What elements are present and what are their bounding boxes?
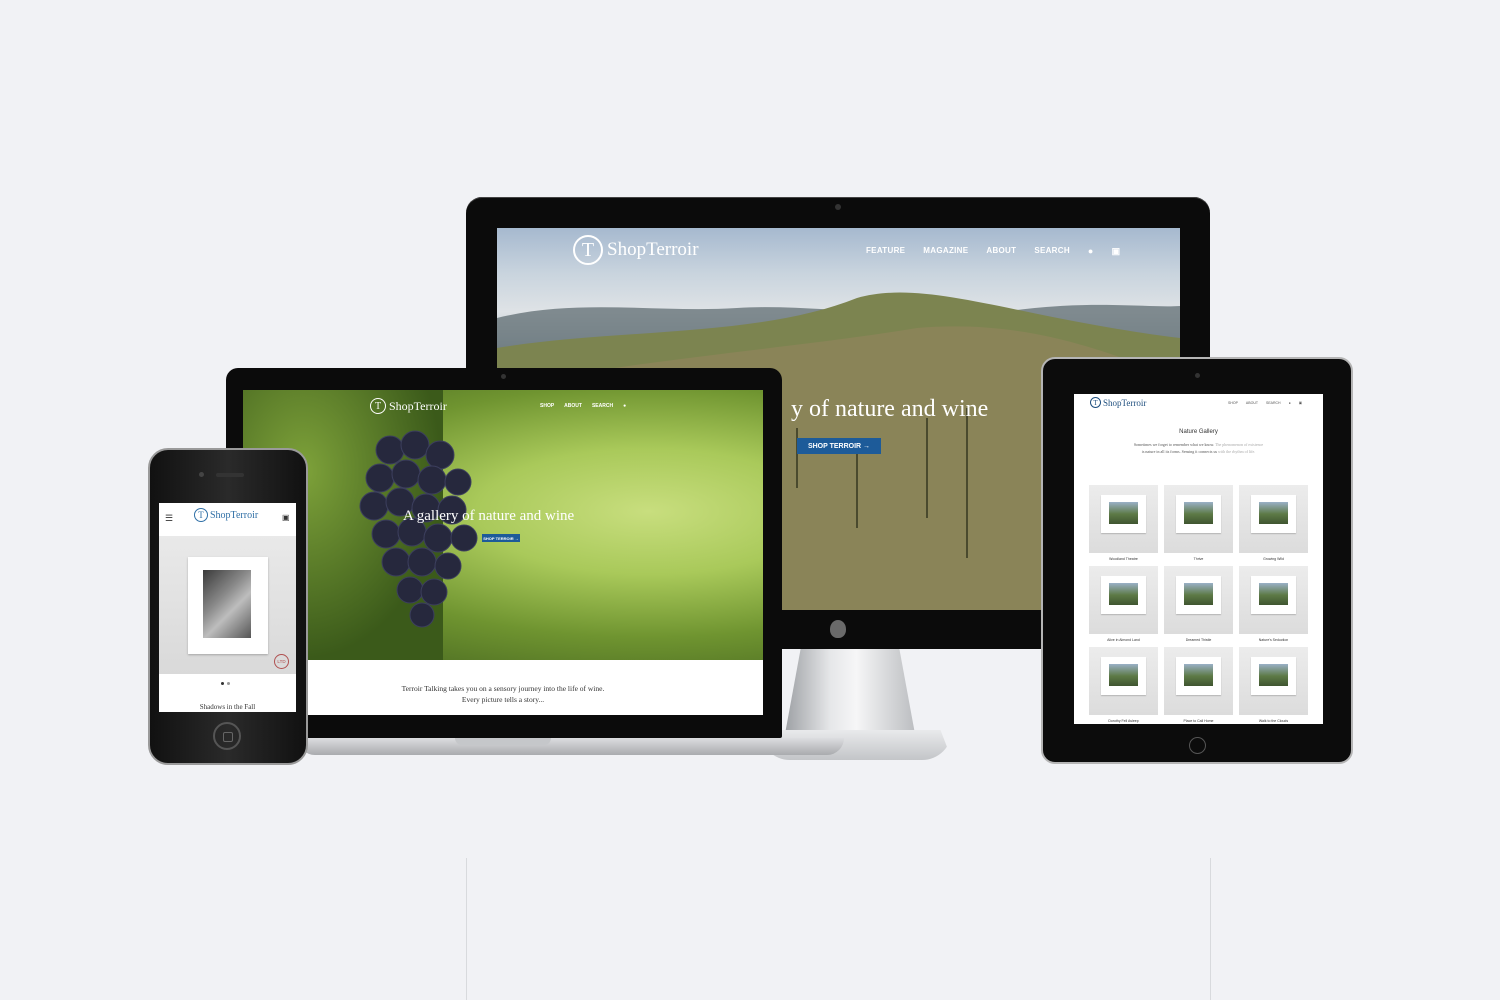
nav-about[interactable]: ABOUT [986, 246, 1016, 257]
laptop-base [298, 738, 844, 755]
gallery-item-title: Growing Wild [1263, 557, 1284, 561]
limited-edition-badge: LTD [274, 654, 289, 669]
gallery-item-title: Dreamed Thistle [1185, 638, 1212, 642]
gallery-item-title: Nature's Seduction [1258, 638, 1289, 642]
intro-text-muted: with the rhythm of life. [1218, 449, 1256, 454]
apple-logo-icon [830, 620, 846, 638]
intro-line: Every picture tells a story... [461, 695, 545, 704]
gallery-item[interactable]: Thrive [1164, 485, 1233, 566]
nav-shop[interactable]: SHOP [540, 403, 554, 409]
laptop-logo[interactable]: T ShopTerroir [370, 398, 447, 414]
desktop-hero-heading: y of nature and wine [791, 396, 989, 422]
intro-text-muted: The phenomenon of existence [1215, 442, 1264, 447]
laptop-shop-button[interactable]: SHOP TERROIR → [482, 534, 520, 542]
desktop-shop-button[interactable]: SHOP TERROIR → [797, 438, 881, 454]
gallery-item-title: Thrive [1193, 557, 1204, 561]
laptop-notch [455, 738, 551, 745]
gallery-item-title: Dorothy Fell Asleep [1108, 719, 1139, 723]
cart-icon[interactable]: ▣ [1299, 401, 1302, 405]
hamburger-menu-icon[interactable]: ☰ [165, 513, 173, 524]
gallery-title: Nature Gallery [1179, 429, 1218, 435]
gallery-item[interactable]: Place to Call Home [1164, 647, 1233, 728]
phone-speaker [216, 473, 244, 477]
laptop-camera [501, 374, 506, 379]
gallery-item[interactable]: Nature's Seduction [1239, 566, 1308, 647]
laptop-nav: SHOP ABOUT SEARCH ● [540, 403, 626, 409]
phone-logo[interactable]: T ShopTerroir [194, 508, 258, 522]
tablet-nav: SHOP ABOUT SEARCH ● ▣ [1228, 401, 1302, 405]
imac-stand [785, 649, 915, 734]
user-icon[interactable]: ● [1088, 246, 1094, 257]
nav-about[interactable]: ABOUT [564, 403, 582, 409]
gallery-item[interactable]: Walk to the Clouds [1239, 647, 1308, 728]
nav-shop[interactable]: SHOP [1228, 401, 1238, 405]
cart-icon[interactable]: ▣ [282, 513, 290, 522]
cart-icon[interactable]: ▣ [1112, 246, 1121, 257]
product-title: Shadows in the Fall [199, 703, 256, 711]
logo-mark-icon: T [573, 235, 603, 265]
intro-line: Terroir Talking takes you on a sensory j… [401, 684, 605, 693]
logo-wordmark: ShopTerroir [210, 509, 259, 521]
home-button[interactable] [1189, 737, 1206, 754]
laptop-intro-text: Terroir Talking takes you on a sensory j… [243, 683, 763, 705]
logo-mark-icon: T [370, 398, 386, 414]
carousel-dots[interactable] [221, 682, 230, 685]
nav-about[interactable]: ABOUT [1246, 401, 1258, 405]
gallery-item-title: Walk to the Clouds [1258, 719, 1289, 723]
nav-search[interactable]: SEARCH [1266, 401, 1281, 405]
logo-wordmark: ShopTerroir [607, 239, 699, 260]
gallery-item-title: Place to Call Home [1183, 719, 1214, 723]
nav-feature[interactable]: FEATURE [866, 246, 905, 257]
desktop-nav: FEATURE MAGAZINE ABOUT SEARCH ● ▣ [866, 246, 1120, 257]
imac-camera [835, 204, 841, 210]
gallery-item[interactable]: Growing Wild [1239, 485, 1308, 566]
user-icon[interactable]: ● [623, 403, 626, 409]
intro-text: is nature in all its forms. Sensing it c… [1141, 449, 1219, 454]
home-button[interactable] [213, 722, 241, 750]
gallery-item[interactable]: Dreamed Thistle [1164, 566, 1233, 647]
logo-wordmark: ShopTerroir [1103, 397, 1147, 408]
phone-camera [199, 472, 204, 477]
gallery-intro: Sometimes we forget to remember what we … [1110, 441, 1287, 455]
tablet-logo[interactable]: T ShopTerroir [1090, 397, 1146, 408]
nav-search[interactable]: SEARCH [1034, 246, 1070, 257]
guide-line-right [1210, 858, 1211, 1000]
intro-text: Sometimes we forget to remember what we … [1133, 442, 1216, 447]
carousel-dot[interactable] [227, 682, 230, 685]
logo-wordmark: ShopTerroir [389, 398, 447, 413]
logo-mark-icon: T [194, 508, 208, 522]
gallery-grid: Woodland Theatre Thrive Growing Wild Ali… [1089, 485, 1308, 728]
gallery-item-title: Woodland Theatre [1109, 557, 1138, 561]
nav-search[interactable]: SEARCH [592, 403, 613, 409]
user-icon[interactable]: ● [1289, 401, 1291, 405]
guide-line-left [466, 858, 467, 1000]
gallery-item-title: Alive in Almond Land [1107, 638, 1140, 642]
tablet-camera [1195, 373, 1200, 378]
gallery-item[interactable]: Alive in Almond Land [1089, 566, 1158, 647]
print-artwork [203, 570, 251, 638]
gallery-item[interactable]: Woodland Theatre [1089, 485, 1158, 566]
gallery-item[interactable]: Dorothy Fell Asleep [1089, 647, 1158, 728]
logo-mark-icon: T [1090, 397, 1101, 408]
carousel-dot[interactable] [221, 682, 224, 685]
laptop-hero-heading: A gallery of nature and wine [403, 508, 575, 524]
nav-magazine[interactable]: MAGAZINE [923, 246, 968, 257]
desktop-logo[interactable]: T ShopTerroir [573, 235, 699, 265]
